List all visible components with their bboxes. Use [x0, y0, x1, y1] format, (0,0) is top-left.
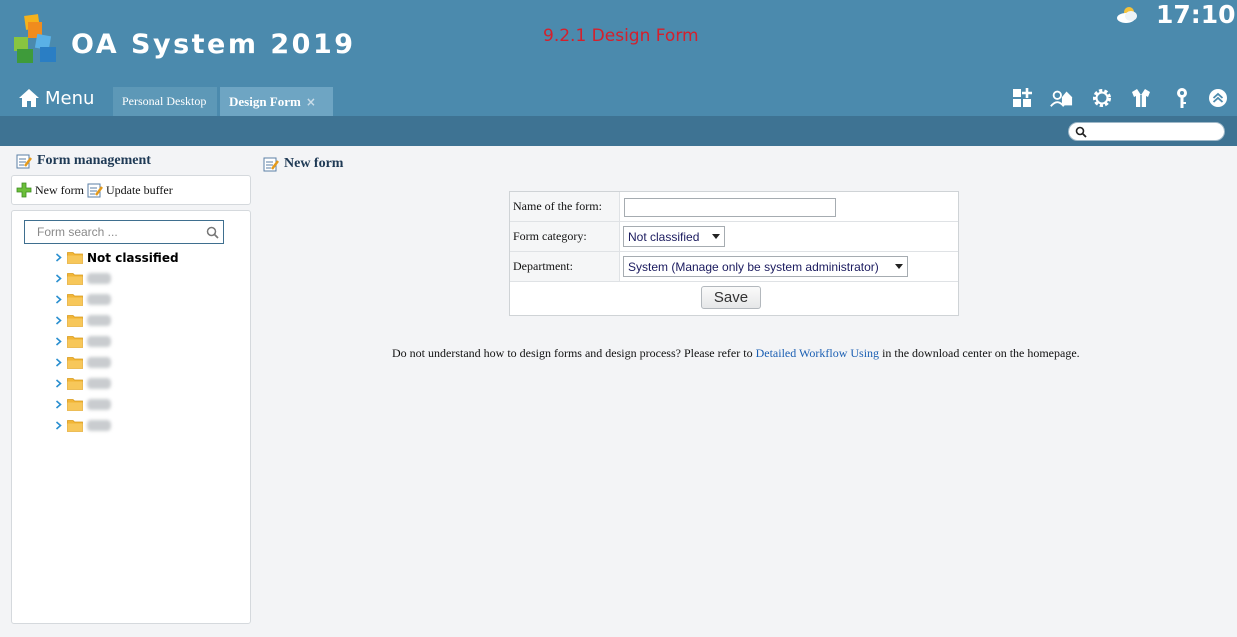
department-label: Department:	[510, 252, 620, 281]
tree-item-label	[87, 420, 111, 431]
tree-item-label	[87, 378, 111, 389]
folder-icon	[67, 336, 83, 348]
form-edit-icon	[16, 154, 32, 169]
form-edit-icon	[87, 183, 103, 198]
new-form-button[interactable]: New form	[16, 182, 84, 198]
help-text-before: Do not understand how to design forms an…	[392, 346, 756, 360]
tree-item-label	[87, 357, 111, 368]
panel-title-text: Form management	[37, 153, 151, 168]
add-app-icon[interactable]	[1010, 86, 1034, 110]
tree-item[interactable]: Not classified	[53, 247, 179, 268]
workflow-help-link[interactable]: Detailed Workflow Using	[756, 346, 879, 360]
sub-bar	[0, 116, 1237, 146]
chevron-right-icon[interactable]	[53, 379, 63, 388]
chevron-right-icon[interactable]	[53, 421, 63, 430]
form-edit-icon	[263, 157, 279, 172]
app-logo-icon	[14, 14, 56, 63]
folder-icon	[67, 378, 83, 390]
shirt-icon[interactable]	[1129, 86, 1153, 110]
help-text: Do not understand how to design forms an…	[392, 346, 1080, 361]
clock: 17:10	[1156, 0, 1236, 29]
chevron-right-icon[interactable]	[53, 316, 63, 325]
tab-personal-desktop[interactable]: Personal Desktop	[113, 87, 217, 116]
department-value: System (Manage only be system administra…	[628, 259, 879, 274]
menu-button[interactable]: Menu	[18, 84, 94, 112]
main-title-text: New form	[284, 156, 344, 171]
plus-icon	[16, 182, 32, 198]
settings-icon[interactable]	[1090, 86, 1114, 110]
chevron-right-icon[interactable]	[53, 400, 63, 409]
help-text-after: in the download center on the homepage.	[879, 346, 1080, 360]
chevron-right-icon[interactable]	[53, 253, 63, 262]
tree-item[interactable]	[53, 268, 179, 289]
tab-label: Personal Desktop	[122, 94, 207, 108]
name-label: Name of the form:	[510, 192, 620, 221]
app-title: OA System 2019	[71, 29, 356, 60]
page-caption: 9.2.1 Design Form	[543, 26, 699, 46]
form-row-name: Name of the form:	[510, 192, 958, 222]
tree-item[interactable]	[53, 331, 179, 352]
category-select[interactable]: Not classified	[623, 226, 725, 247]
tab-close-icon[interactable]: ×	[306, 95, 316, 109]
user-home-icon[interactable]	[1049, 86, 1073, 110]
save-button[interactable]: Save	[701, 286, 761, 309]
tree-item[interactable]	[53, 310, 179, 331]
form-category-tree: Not classified	[53, 247, 179, 436]
tree-item[interactable]	[53, 415, 179, 436]
search-icon[interactable]	[206, 226, 219, 239]
chevron-down-icon	[712, 234, 720, 239]
folder-icon	[67, 315, 83, 327]
form-row-department: Department: System (Manage only be syste…	[510, 252, 958, 282]
chevron-down-icon	[895, 264, 903, 269]
new-form-label: New form	[35, 182, 84, 197]
weather-cloud-icon	[1117, 7, 1137, 23]
form-toolbar: New form Update buffer	[11, 175, 251, 205]
folder-icon	[67, 252, 83, 264]
tree-item-label	[87, 336, 111, 347]
tab-label: Design Form	[229, 93, 301, 109]
tree-item-label	[87, 315, 111, 326]
tree-item[interactable]	[53, 373, 179, 394]
form-name-input[interactable]	[624, 198, 836, 217]
form-management-title: Form management	[16, 153, 151, 169]
chevron-right-icon[interactable]	[53, 337, 63, 346]
global-search-input[interactable]	[1091, 125, 1219, 139]
chevron-right-icon[interactable]	[53, 295, 63, 304]
category-label: Form category:	[510, 222, 620, 251]
new-form-table: Name of the form: Form category: Not cla…	[509, 191, 959, 316]
update-buffer-button[interactable]: Update buffer	[87, 182, 173, 198]
tree-item[interactable]	[53, 289, 179, 310]
folder-icon	[67, 420, 83, 432]
form-row-category: Form category: Not classified	[510, 222, 958, 252]
folder-icon	[67, 399, 83, 411]
key-icon[interactable]	[1170, 86, 1194, 110]
menu-label: Menu	[45, 87, 95, 109]
tree-item-label	[87, 294, 111, 305]
update-buffer-label: Update buffer	[105, 182, 173, 197]
global-search[interactable]	[1068, 122, 1225, 141]
tree-item-label	[87, 399, 111, 410]
tree-item-label	[87, 273, 111, 284]
tab-design-form[interactable]: Design Form ×	[220, 87, 333, 116]
chevron-right-icon[interactable]	[53, 274, 63, 283]
collapse-up-icon[interactable]	[1206, 86, 1230, 110]
folder-icon	[67, 357, 83, 369]
category-value: Not classified	[628, 229, 700, 244]
tree-item-label: Not classified	[87, 250, 179, 265]
home-icon	[19, 89, 39, 107]
chevron-right-icon[interactable]	[53, 358, 63, 367]
department-select[interactable]: System (Manage only be system administra…	[623, 256, 908, 277]
folder-icon	[67, 273, 83, 285]
tree-item[interactable]	[53, 352, 179, 373]
form-search[interactable]	[24, 220, 224, 244]
folder-icon	[67, 294, 83, 306]
search-icon	[1075, 126, 1087, 138]
new-form-title: New form	[263, 156, 343, 172]
form-search-input[interactable]	[37, 224, 202, 240]
form-tree-panel: Not classified	[11, 210, 251, 624]
tree-item[interactable]	[53, 394, 179, 415]
